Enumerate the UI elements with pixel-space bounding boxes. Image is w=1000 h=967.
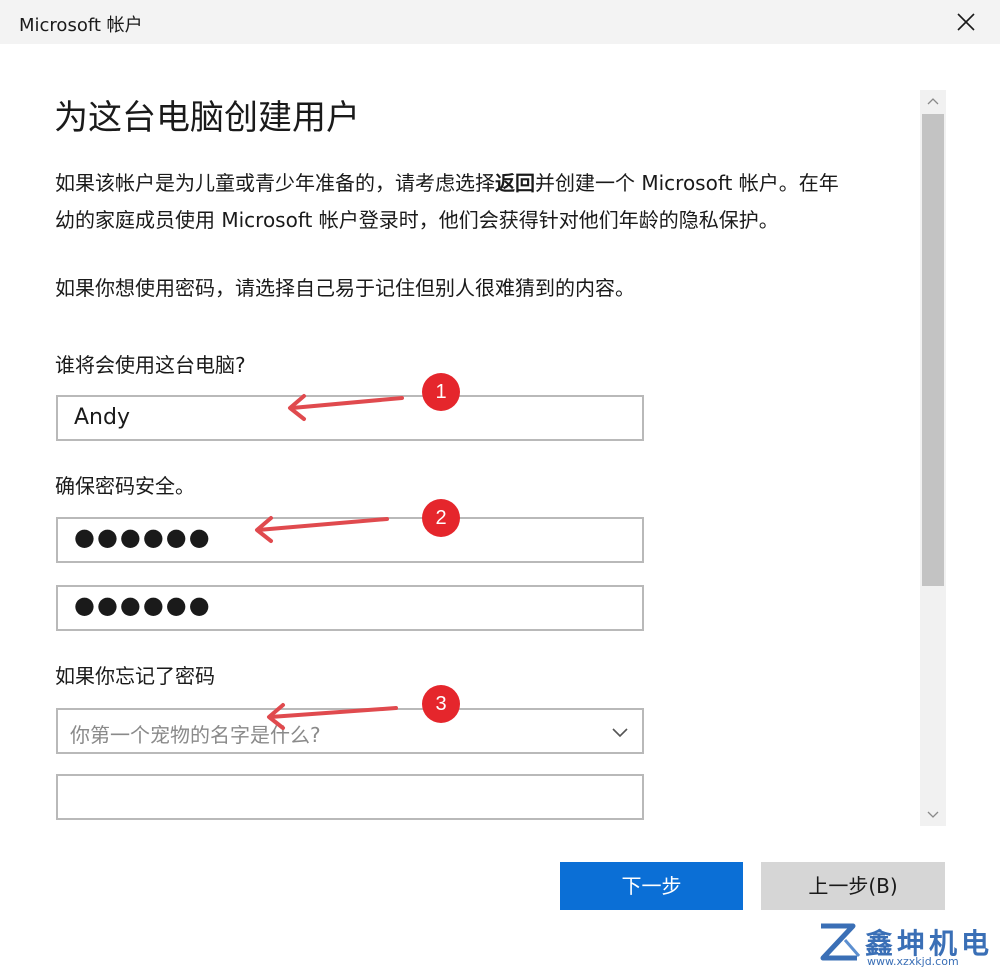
security-question-select[interactable]: 你第一个宠物的名字是什么?	[56, 708, 644, 754]
annotation-badge-3: 3	[422, 685, 460, 723]
username-field[interactable]: Andy	[56, 395, 644, 441]
password-field[interactable]: ●●●●●●	[56, 517, 644, 563]
close-icon	[957, 13, 975, 31]
who-label: 谁将会使用这台电脑?	[55, 353, 246, 377]
chevron-up-icon	[927, 98, 939, 105]
intro-text-line2: 幼的家庭成员使用 Microsoft 帐户登录时，他们会获得针对他们年龄的隐私保…	[55, 208, 779, 232]
intro-paragraph: 如果该帐户是为儿童或青少年准备的，请考虑选择返回并创建一个 Microsoft …	[55, 165, 839, 239]
security-question-placeholder: 你第一个宠物的名字是什么?	[70, 723, 321, 747]
intro-text-after: 并创建一个 Microsoft 帐户。在年	[535, 171, 839, 195]
title-bar: Microsoft 帐户	[0, 0, 1000, 44]
back-link-text: 返回	[495, 171, 535, 195]
annotation-badge-2: 2	[422, 499, 460, 537]
password-label: 确保密码安全。	[55, 474, 195, 498]
security-answer-field[interactable]	[56, 774, 644, 820]
password-value: ●●●●●●	[74, 523, 212, 551]
next-button[interactable]: 下一步	[560, 862, 743, 910]
confirm-password-field[interactable]: ●●●●●●	[56, 585, 644, 631]
back-button[interactable]: 上一步(B)	[761, 862, 945, 910]
watermark: 鑫坤机电 www.xzxkjd.com	[815, 918, 1000, 967]
password-advice: 如果你想使用密码，请选择自己易于记住但别人很难猜到的内容。	[55, 276, 635, 300]
forgot-password-label: 如果你忘记了密码	[55, 664, 215, 688]
username-value: Andy	[74, 405, 130, 430]
chevron-down-icon	[612, 728, 628, 738]
vertical-scrollbar[interactable]	[920, 90, 946, 826]
page-title: 为这台电脑创建用户	[54, 98, 360, 138]
scrollbar-thumb[interactable]	[922, 114, 944, 586]
scroll-down-button[interactable]	[920, 804, 946, 826]
window-title: Microsoft 帐户	[19, 15, 143, 36]
close-button[interactable]	[950, 6, 982, 38]
watermark-logo-icon	[820, 923, 861, 961]
scroll-up-button[interactable]	[920, 90, 946, 112]
chevron-down-icon	[927, 811, 939, 818]
watermark-url: www.xzxkjd.com	[867, 955, 959, 967]
intro-text-before: 如果该帐户是为儿童或青少年准备的，请考虑选择	[55, 171, 495, 195]
confirm-password-value: ●●●●●●	[74, 591, 212, 619]
annotation-badge-1: 1	[422, 373, 460, 411]
